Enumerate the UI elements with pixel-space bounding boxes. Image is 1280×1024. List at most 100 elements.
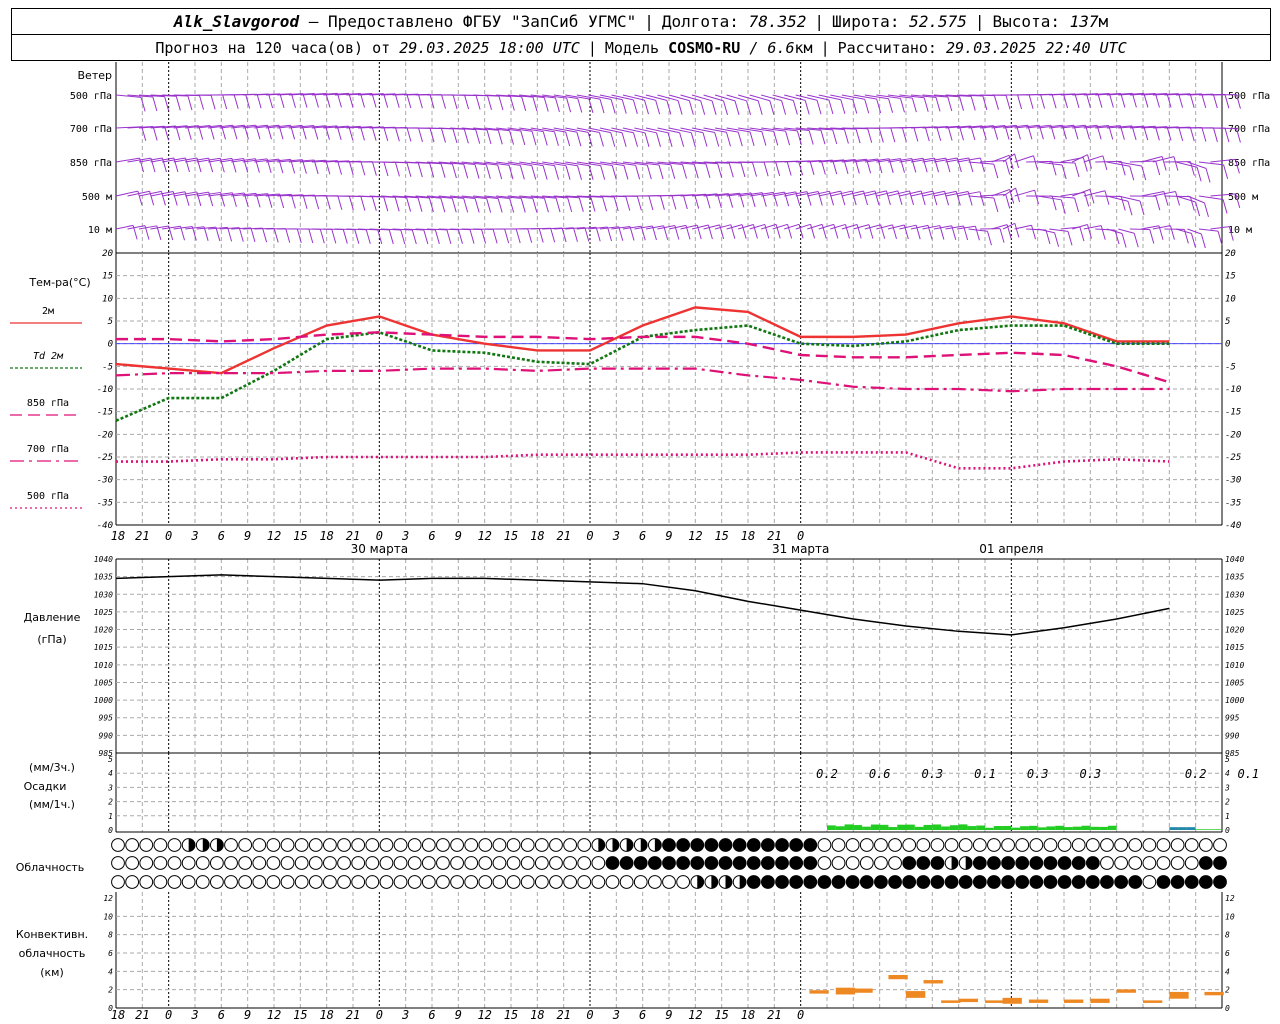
- calc-label: Рассчитано:: [837, 38, 937, 57]
- temp-legend-label: 500 гПа: [27, 491, 69, 502]
- temp-xtick: 12: [688, 529, 702, 543]
- wind-barb-flag: [726, 132, 731, 147]
- wind-barb-flag: [1005, 95, 1011, 110]
- wind-barb-flag: [543, 97, 549, 112]
- prec-ytick: 1: [1225, 812, 1230, 821]
- wind-barb-flag: [1097, 93, 1103, 108]
- temp-title: Тем-ра(°C): [28, 276, 90, 289]
- conv-ytick: 8: [1225, 931, 1230, 940]
- prec-bar: [1099, 826, 1108, 830]
- cloud-symbol: [859, 838, 874, 852]
- pres-ytick: 1000: [1225, 696, 1244, 705]
- cloud-symbol: [1170, 838, 1185, 852]
- conv-ytick: 10: [1225, 912, 1235, 921]
- cloud-symbol: [478, 856, 493, 870]
- wind-barb-flag: [828, 99, 834, 115]
- cloud-symbol: [1001, 838, 1015, 852]
- cloud-symbol: [294, 838, 309, 852]
- wind-barb-flag: [577, 165, 583, 180]
- temp-xtick: 15: [293, 529, 307, 543]
- wind-barb-flag: [993, 95, 999, 110]
- conv-ytick: 4: [108, 967, 113, 976]
- wind-barb-flag: [452, 128, 458, 144]
- prec-bar: [1002, 825, 1012, 830]
- wind-barb-flag: [457, 229, 463, 244]
- conv-xtick: 12: [688, 1008, 702, 1022]
- cloud-symbol: [1128, 875, 1143, 889]
- wind-barb-flag: [406, 162, 412, 177]
- wind-barb-flag: [970, 96, 976, 111]
- pres-ytick: 1040: [1225, 555, 1244, 564]
- cloud-symbol: [1100, 875, 1114, 889]
- wind-barb: [795, 94, 818, 101]
- wind-barb-flag: [567, 197, 573, 213]
- wind-barb-flag: [999, 228, 1005, 243]
- cloud-symbol: [1015, 838, 1030, 852]
- wind-barb-flag: [796, 130, 802, 145]
- wind-barb-flag: [520, 198, 526, 213]
- wind-barb-flag: [646, 165, 652, 180]
- cloud-symbol-half: [711, 875, 718, 889]
- wind-barb-flag: [820, 160, 826, 175]
- wind-barb-flag: [923, 97, 929, 112]
- prec-bar: [835, 826, 845, 830]
- wind-level-label: 10 м: [88, 225, 112, 236]
- wind-barb-flag: [1079, 226, 1085, 242]
- wind-barb-flag: [365, 229, 371, 244]
- wind-barb-flag: [809, 160, 815, 175]
- wind-barb-flag: [527, 228, 533, 243]
- wind-barb: [1095, 228, 1116, 231]
- prec-bar: [1011, 827, 1021, 830]
- wind-barb-flag: [418, 127, 423, 142]
- day-label: 31 марта: [772, 542, 829, 556]
- cloud-symbol-half: [612, 838, 619, 852]
- wind-barb-flag: [441, 94, 446, 109]
- wind-barb-flag: [621, 132, 627, 147]
- conv-bar: [1116, 989, 1136, 993]
- wind-barb-flag: [1051, 94, 1057, 109]
- wind-barb-flag: [648, 195, 654, 211]
- wind-barb-flag: [1087, 154, 1092, 169]
- cloud-symbol: [789, 838, 804, 852]
- wind-barb-flag: [1178, 126, 1184, 141]
- cloud-symbol: [633, 856, 648, 870]
- model-label: Модель: [604, 38, 660, 57]
- cloud-symbol: [534, 838, 549, 852]
- cloud-symbol: [746, 875, 761, 889]
- pres-title: Давление: [24, 611, 81, 624]
- cloud-symbol: [1029, 856, 1044, 870]
- wind-barb-flag: [1045, 229, 1051, 245]
- wind-barb-flag: [285, 228, 291, 243]
- wind-barb-flag: [203, 226, 209, 241]
- wind-barb: [1198, 228, 1219, 232]
- cloud-symbol: [591, 875, 606, 889]
- conv-xtick: 3: [612, 1008, 620, 1022]
- wind-barb-flag: [864, 99, 870, 114]
- cloud-symbol: [125, 838, 140, 852]
- wind-barb-flag: [554, 97, 560, 112]
- wind-barb: [749, 94, 770, 102]
- cloud-symbol: [266, 838, 281, 852]
- wind-barb-flag: [531, 131, 537, 146]
- wind-barb: [1014, 189, 1035, 197]
- wind-barb-flag: [1178, 93, 1184, 108]
- wind-barb-flag: [1169, 225, 1175, 240]
- wind-barb-flag: [314, 194, 320, 210]
- wind-barb: [784, 94, 806, 101]
- cloud-symbol: [1114, 875, 1129, 889]
- wind-barb-flag: [737, 131, 743, 147]
- temp-xtick: 3: [190, 529, 198, 543]
- cloud-symbol: [972, 875, 987, 889]
- wind-barb-flag: [273, 228, 279, 243]
- temp-xtick: 6: [639, 529, 646, 543]
- wind-barb-flag: [497, 164, 503, 180]
- cloud-symbol: [888, 856, 902, 870]
- wind-barb: [680, 94, 701, 102]
- cloud-symbol: [337, 875, 351, 889]
- wind-barb: [634, 127, 657, 134]
- wind-barb-flag: [521, 96, 527, 111]
- wind-barb-flag: [302, 93, 308, 108]
- wind-barb-flag: [394, 197, 400, 212]
- wind-barb-flag: [786, 161, 792, 176]
- wind-barb-flag: [566, 98, 572, 113]
